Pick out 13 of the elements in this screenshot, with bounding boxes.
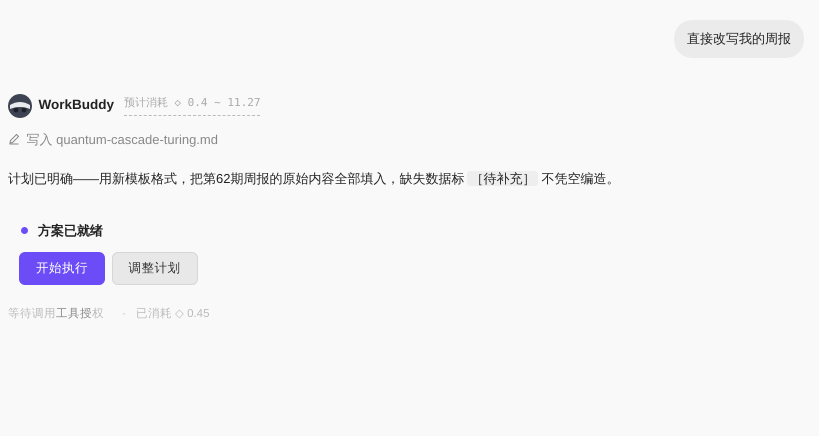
- spent-cost: 已消耗 ◇ 0.45: [136, 306, 210, 322]
- start-button[interactable]: 开始执行: [19, 252, 105, 285]
- separator: ·: [122, 306, 126, 322]
- assistant-name: WorkBuddy: [38, 96, 114, 114]
- footer-status: 等待调用工具授权: [8, 306, 104, 322]
- message-text: 计划已明确——用新模板格式，把第62期周报的原始内容全部填入，缺失数据标 ［待补充］ 不凭空编造。: [8, 170, 620, 188]
- cost-estimate: 预计消耗 ◇ 0.4 ~ 11.27: [124, 94, 260, 116]
- plan-status: 方案已就绪: [38, 222, 103, 240]
- pencil-icon: [8, 133, 20, 146]
- adjust-button[interactable]: 调整计划: [112, 252, 198, 285]
- user-message-bubble: 直接改写我的周报: [674, 20, 804, 58]
- action-text: 写入 quantum-cascade-turing.md: [26, 130, 218, 149]
- avatar-icon: [8, 94, 32, 118]
